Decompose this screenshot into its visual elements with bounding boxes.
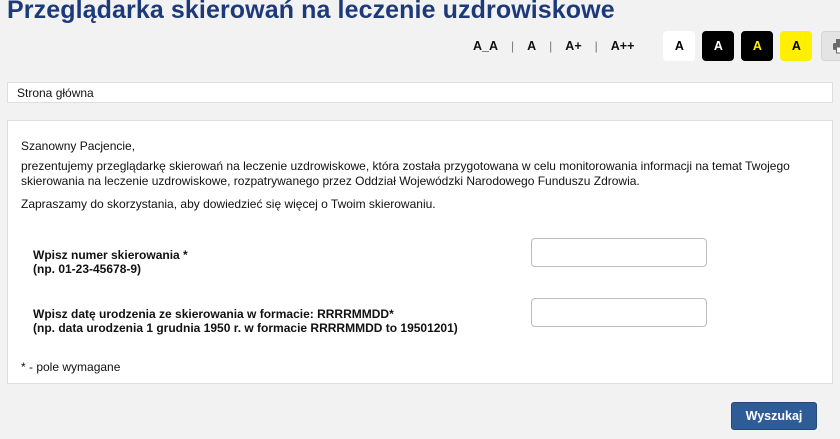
referral-number-hint: (np. 01-23-45678-9) bbox=[33, 262, 142, 276]
font-size-default-button[interactable]: A_A bbox=[470, 39, 501, 53]
intro-text: prezentujemy przeglądarkę skierowań na l… bbox=[21, 159, 790, 188]
required-note: * - pole wymagane bbox=[21, 360, 121, 374]
contrast-normal-button[interactable]: A bbox=[663, 31, 696, 61]
font-size-large-button[interactable]: A+ bbox=[562, 39, 584, 53]
breadcrumb: Strona główna bbox=[7, 82, 833, 103]
printer-icon bbox=[833, 39, 840, 54]
print-button[interactable] bbox=[821, 31, 840, 61]
birthdate-hint: (np. data urodzenia 1 grudnia 1950 r. w … bbox=[33, 321, 458, 335]
birthdate-label: Wpisz datę urodzenia ze skierowania w fo… bbox=[33, 307, 394, 321]
greeting: Szanowny Pacjencie, bbox=[21, 139, 136, 153]
contrast-yellow-black-button[interactable]: A bbox=[780, 31, 813, 61]
invite-text: Zapraszamy do skorzystania, aby dowiedzi… bbox=[21, 197, 436, 211]
referral-number-input[interactable] bbox=[531, 238, 707, 267]
font-size-normal-button[interactable]: A bbox=[524, 39, 539, 53]
separator: | bbox=[594, 39, 598, 53]
referral-number-label: Wpisz numer skierowania * bbox=[33, 248, 188, 262]
main-panel: Szanowny Pacjencie, prezentujemy przeglą… bbox=[7, 120, 833, 384]
breadcrumb-home-link[interactable]: Strona główna bbox=[17, 86, 94, 100]
contrast-black-white-button[interactable]: A bbox=[702, 31, 735, 61]
font-size-xlarge-button[interactable]: A++ bbox=[608, 39, 638, 53]
birthdate-input[interactable] bbox=[531, 298, 707, 327]
search-button[interactable]: Wyszukaj bbox=[731, 402, 817, 430]
separator: | bbox=[511, 39, 515, 53]
page-title: Przeglądarka skierowań na leczenie uzdro… bbox=[7, 0, 615, 24]
separator: | bbox=[549, 39, 553, 53]
accessibility-toolbar: A_A | A | A+ | A++ A A A A bbox=[470, 30, 840, 62]
contrast-black-yellow-button[interactable]: A bbox=[741, 31, 774, 61]
